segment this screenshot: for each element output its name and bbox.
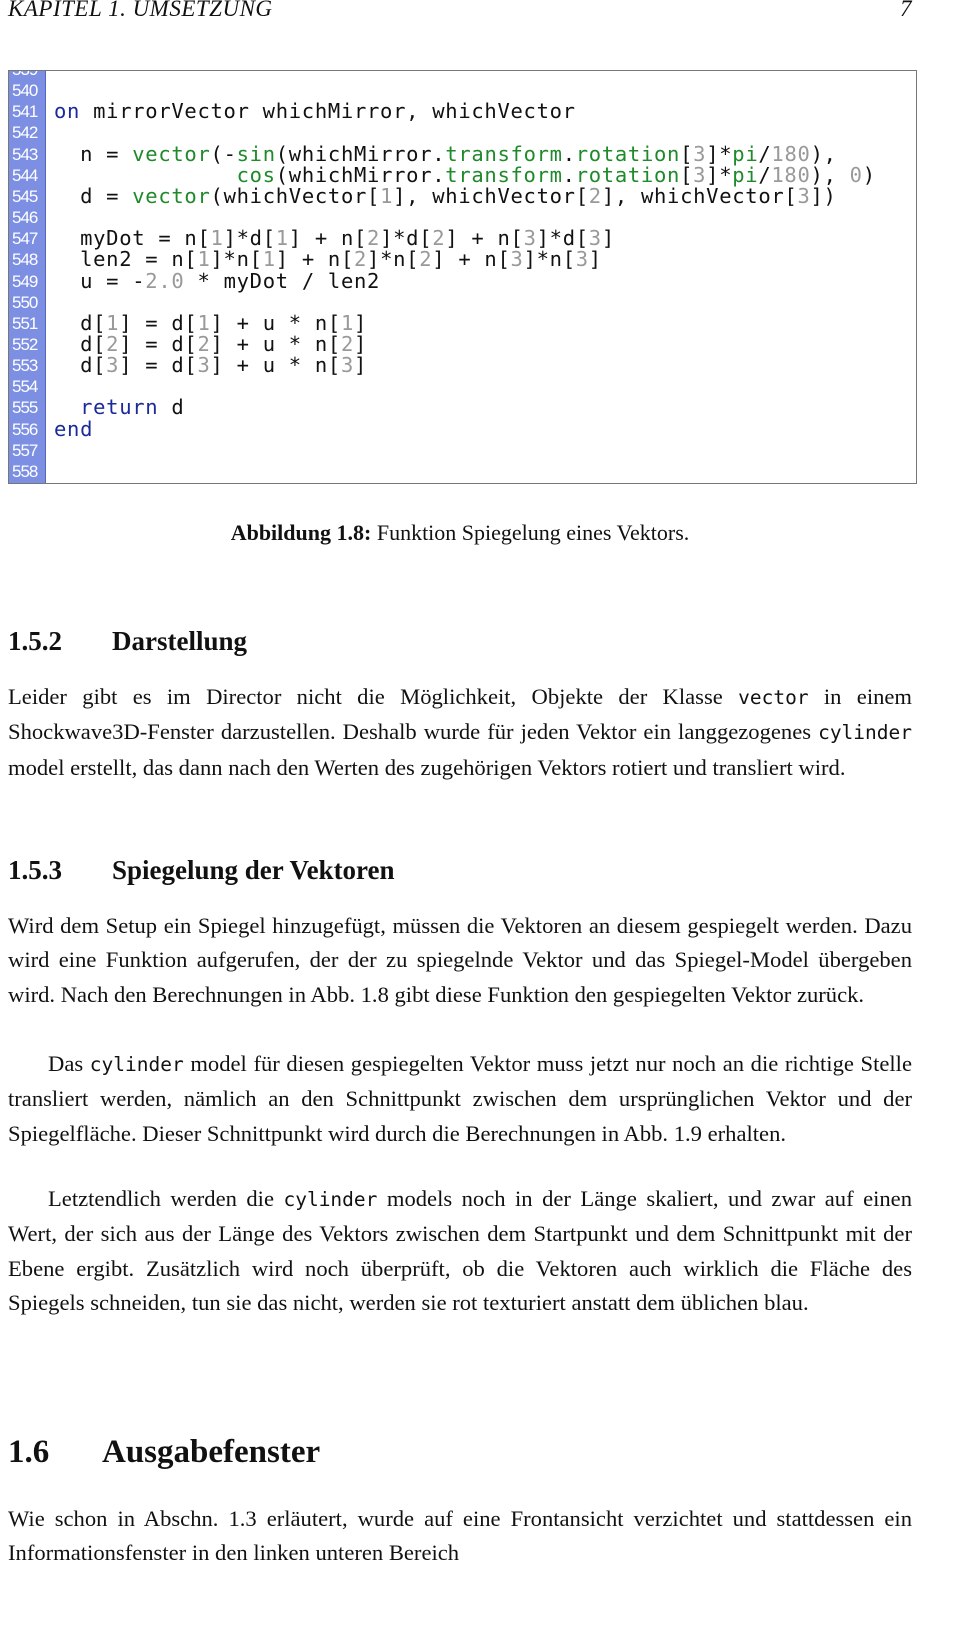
code-text: ] = d[ — [119, 353, 198, 378]
code-text: u = - — [54, 268, 146, 293]
code-text: ]*n[ — [523, 247, 576, 272]
code-line: d[1] = d[1] + u * n[1] — [54, 312, 367, 334]
inline-code: vector — [738, 686, 809, 709]
line-number: 550 — [12, 292, 38, 312]
line-number: 558 — [12, 461, 38, 481]
section-heading-1-6: 1.6 Ausgabefenster — [8, 1434, 320, 1471]
text-run: model erstellt, das dann nach den Werten… — [8, 754, 846, 780]
code-line: end — [54, 416, 94, 441]
section-number: 1.5.2 — [8, 626, 62, 656]
line-number: 553 — [12, 356, 38, 376]
paragraph: Wird dem Setup ein Spiegel hinzugefügt, … — [8, 909, 912, 1012]
section-heading-1-5-2: 1.5.2 Darstellung — [8, 626, 247, 657]
line-number: 543 — [12, 144, 38, 164]
figure-caption: Abbildung 1.8: Funktion Spiegelung eines… — [0, 520, 920, 546]
code-line: return d — [54, 397, 184, 418]
line-number: 556 — [12, 419, 38, 439]
code-number: 2 — [419, 247, 433, 272]
code-text: * myDot / len2 — [184, 268, 381, 293]
code-listing-screenshot: 5395405415425435445455465475485495505515… — [8, 70, 917, 484]
code-text: ] — [588, 247, 602, 272]
code-number: 2 — [588, 183, 602, 208]
code-line: myDot = n[1]*d[1] + n[2]*d[2] + n[3]*d[3… — [54, 228, 615, 249]
paragraph: Leider gibt es im Director nicht die Mög… — [8, 680, 912, 785]
paragraph: Letztendlich werden die cylinder models … — [8, 1182, 912, 1321]
code-line: u = -2.0 * myDot / len2 — [54, 268, 381, 293]
code-number: 1 — [380, 183, 394, 208]
section-title: Ausgabefenster — [102, 1434, 321, 1470]
code-text: ] + n[ — [432, 247, 511, 272]
code-text: ], whichVector[ — [601, 183, 798, 208]
code-text: ] + u * n[ — [210, 353, 341, 378]
code-text: ] — [601, 226, 615, 251]
code-line: cos(whichMirror.transform.rotation[3]*pi… — [54, 162, 876, 187]
paragraph: Das cylinder model für diesen gespiegelt… — [8, 1047, 912, 1151]
inline-code: cylinder — [818, 721, 912, 745]
text-run: Leider gibt es im Director nicht die Mög… — [8, 684, 739, 709]
caption-text: Funktion Spiegelung eines Vektors. — [371, 520, 690, 545]
line-number: 546 — [12, 208, 38, 228]
code-keyword: on — [54, 99, 81, 124]
line-number: 555 — [12, 398, 38, 418]
text-run: Letztendlich werden die — [48, 1186, 284, 1211]
caption-label: Abbildung 1.8: — [230, 520, 372, 545]
code-number: 3 — [797, 183, 811, 208]
paragraph: Wie schon in Abschn. 1.3 erläutert, wurd… — [8, 1502, 912, 1571]
code-number: 3 — [510, 247, 524, 272]
section-heading-1-5-3: 1.5.3 Spiegelung der Vektoren — [8, 855, 395, 886]
code-text: ], whichVector[ — [393, 183, 589, 208]
line-number: 547 — [12, 229, 38, 249]
code-number: 3 — [197, 353, 211, 378]
code-line: d[2] = d[2] + u * n[2] — [54, 333, 367, 355]
section-number: 1.5.3 — [8, 855, 62, 885]
code-line: on mirrorVector whichMirror, whichVector — [54, 101, 576, 122]
section-number: 1.6 — [8, 1434, 50, 1470]
section-title: Spiegelung der Vektoren — [112, 855, 395, 885]
line-number: 548 — [12, 250, 38, 270]
text-run: Wie schon in Abschn. 1.3 erläutert, wurd… — [8, 1506, 912, 1566]
line-number: 549 — [12, 271, 38, 291]
line-number-gutter: 5395405415425435445455465475485495505515… — [9, 71, 46, 483]
line-number: 557 — [12, 440, 38, 460]
inline-code: cylinder — [283, 1188, 378, 1211]
code-line: len2 = n[1]*n[1] + n[2]*n[2] + n[3]*n[3] — [54, 249, 602, 270]
code-function: vector — [132, 183, 211, 208]
code-text: d = — [54, 183, 133, 208]
line-number: 545 — [12, 186, 38, 206]
code-line: d = vector(whichVector[1], whichVector[2… — [54, 183, 837, 208]
line-number: 540 — [12, 81, 38, 101]
code-number: 3 — [340, 353, 354, 378]
text-run: Das — [48, 1051, 90, 1076]
section-title: Darstellung — [112, 626, 247, 656]
line-number: 551 — [12, 313, 38, 333]
line-number: 541 — [12, 102, 38, 122]
line-number: 539 — [12, 71, 38, 80]
inline-code: cylinder — [89, 1053, 184, 1076]
code-text: d — [158, 395, 185, 420]
code-number: 2.0 — [145, 268, 185, 293]
code-keyword: end — [54, 416, 94, 441]
line-number: 554 — [12, 377, 38, 397]
page-number: 7 — [900, 0, 912, 21]
code-text: (whichVector[ — [210, 183, 381, 208]
code-line: d[3] = d[3] + u * n[3] — [54, 355, 367, 376]
text-run: Wird dem Setup ein Spiegel hinzugefügt, … — [8, 913, 912, 1007]
code-text: ] — [354, 353, 368, 378]
line-number: 542 — [12, 123, 38, 143]
code-number: 3 — [575, 247, 589, 272]
code-text: d[ — [54, 353, 107, 378]
chapter-title: KAPITEL 1. UMSETZUNG — [8, 0, 273, 21]
code-text: ]) — [810, 183, 837, 208]
code-number: 0 — [849, 162, 863, 187]
code-line: n = vector(-sin(whichMirror.transform.ro… — [54, 143, 837, 165]
code-text: ) — [862, 162, 876, 187]
line-number: 552 — [12, 334, 38, 354]
code-text: mirrorVector whichMirror, whichVector — [80, 99, 576, 124]
code-number: 3 — [106, 353, 120, 378]
running-head: KAPITEL 1. UMSETZUNG 7 — [8, 0, 912, 22]
line-number: 544 — [12, 165, 38, 185]
